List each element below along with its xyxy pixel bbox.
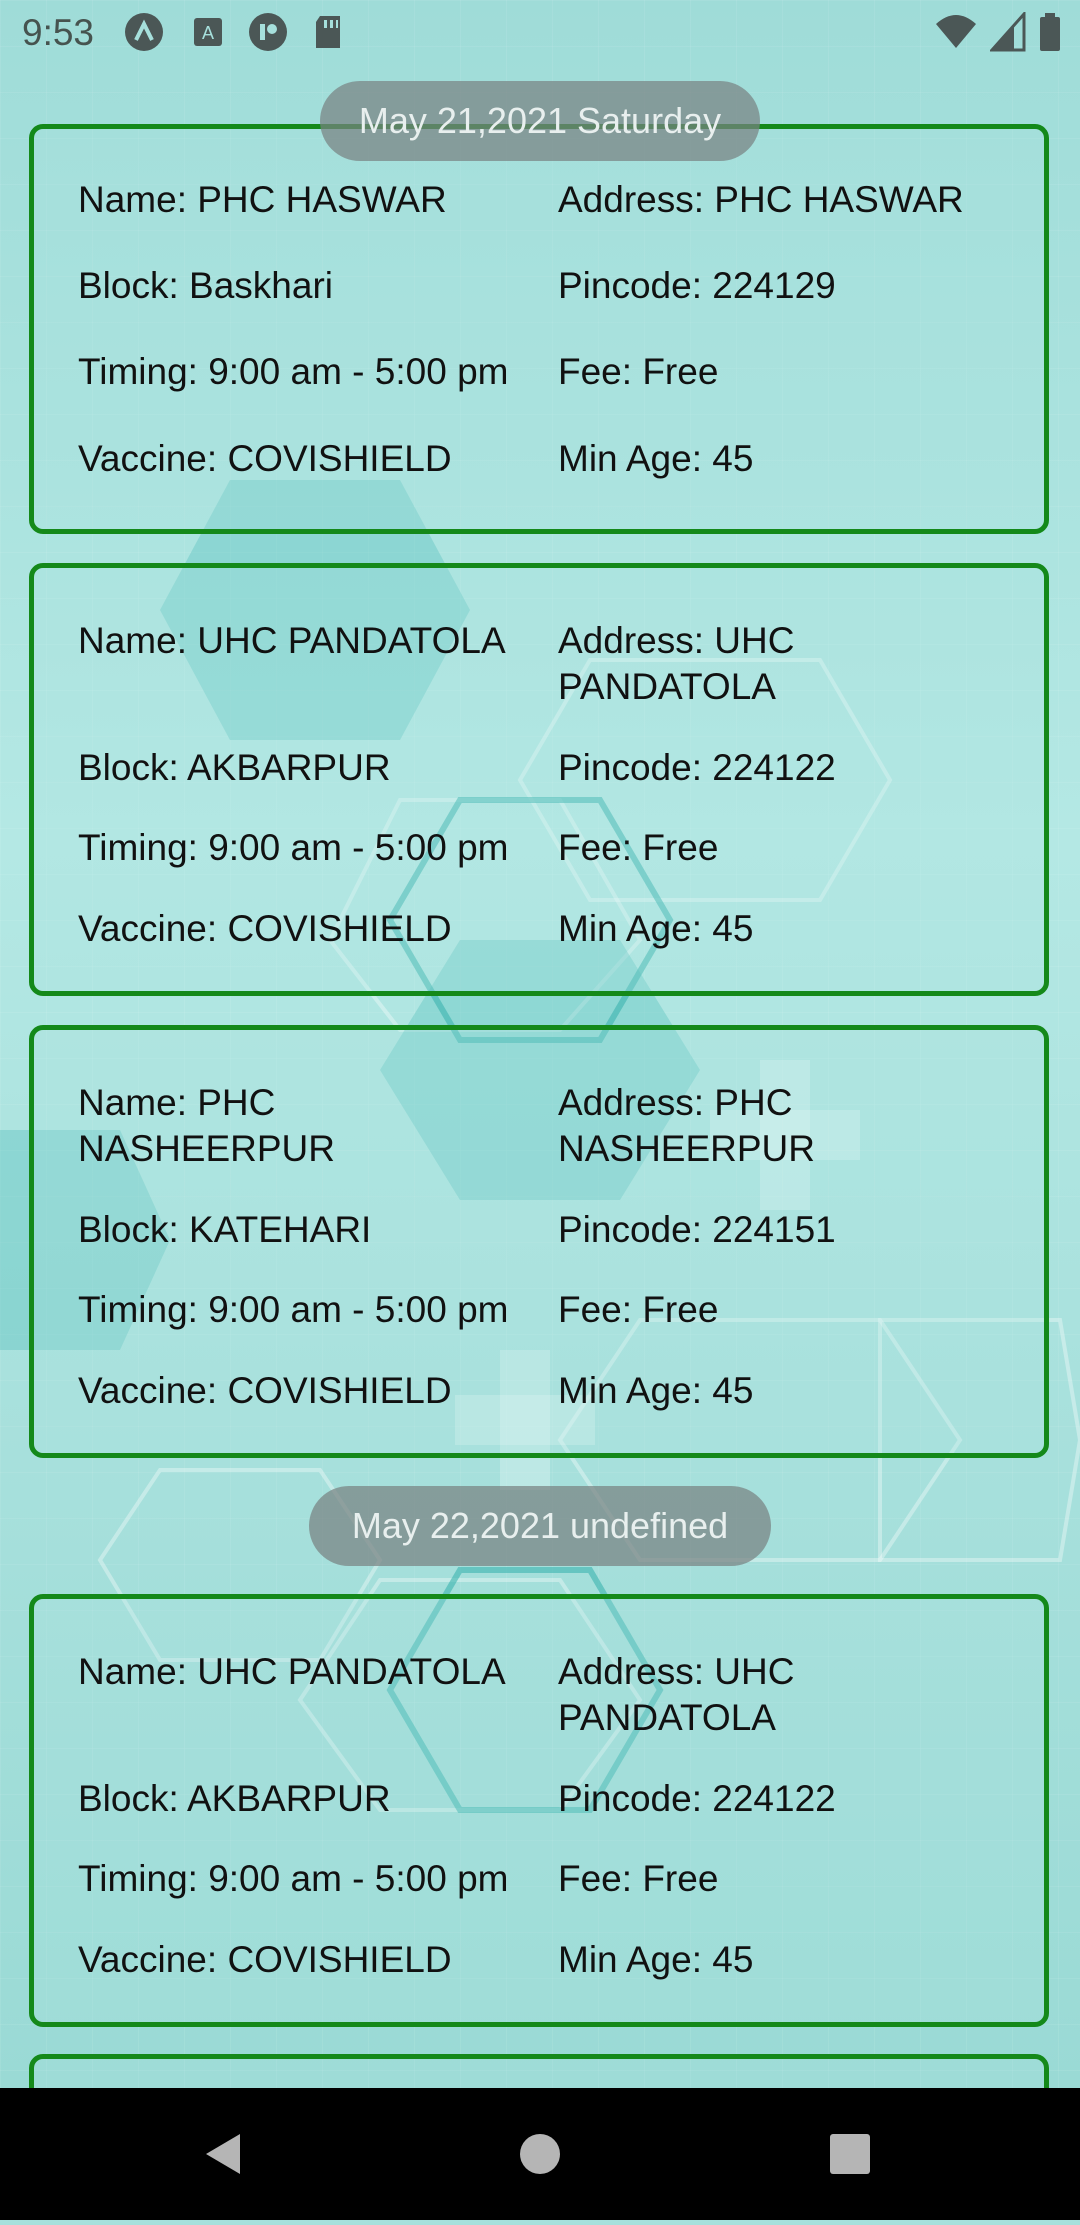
center-min-age: Min Age: 45 <box>558 438 754 479</box>
center-card[interactable]: Name: PHC HASWAR Address: PHC HASWAR Blo… <box>29 124 1049 534</box>
center-name: Name: UHC PANDATOLA <box>78 1651 506 1692</box>
app-keyboard-icon: A <box>194 18 222 46</box>
center-fee: Fee: Free <box>558 351 719 392</box>
center-card[interactable]: Name: PHC NASHEERPUR Address: PHC NASHEE… <box>29 1025 1049 1458</box>
center-address: Address: UHC PANDATOLA <box>558 1651 795 1738</box>
center-address: Address: UHC PANDATOLA <box>558 620 795 707</box>
navigation-bar <box>0 2088 1080 2220</box>
center-timing: Timing: 9:00 am - 5:00 pm <box>78 351 509 392</box>
center-pincode: Pincode: 224122 <box>558 747 836 788</box>
center-min-age: Min Age: 45 <box>558 908 754 949</box>
center-timing: Timing: 9:00 am - 5:00 pm <box>78 827 509 868</box>
center-timing: Timing: 9:00 am - 5:00 pm <box>78 1289 509 1330</box>
center-fee: Fee: Free <box>558 827 719 868</box>
center-min-age: Min Age: 45 <box>558 1939 754 1980</box>
center-pincode: Pincode: 224151 <box>558 1209 836 1250</box>
app-a-icon <box>125 13 163 51</box>
battery-icon <box>1040 13 1060 51</box>
center-vaccine: Vaccine: COVISHIELD <box>78 1939 452 1980</box>
center-block: Block: AKBARPUR <box>78 1778 391 1819</box>
svg-text:A: A <box>202 23 214 43</box>
center-fee: Fee: Free <box>558 1858 719 1899</box>
center-block: Block: AKBARPUR <box>78 747 391 788</box>
home-icon <box>520 2134 560 2174</box>
center-block: Block: KATEHARI <box>78 1209 372 1250</box>
center-min-age: Min Age: 45 <box>558 1370 754 1411</box>
app-p-icon <box>249 13 287 51</box>
center-card[interactable]: Name: UHC PANDATOLA Address: UHC PANDATO… <box>29 563 1049 996</box>
center-address: Address: PHC NASHEERPUR <box>558 1082 815 1169</box>
cell-signal-icon <box>990 12 1026 52</box>
wifi-icon <box>936 15 976 48</box>
date-chip: May 22,2021 undefined <box>309 1486 771 1566</box>
center-vaccine: Vaccine: COVISHIELD <box>78 438 452 479</box>
center-name: Name: PHC HASWAR <box>78 179 447 220</box>
recents-button[interactable] <box>770 2088 930 2220</box>
status-time: 9:53 <box>22 12 95 53</box>
center-name: Name: PHC NASHEERPUR <box>78 1082 335 1169</box>
date-chip: May 21,2021 Saturday <box>320 81 760 161</box>
center-fee: Fee: Free <box>558 1289 719 1330</box>
center-name: Name: UHC PANDATOLA <box>78 620 506 661</box>
center-timing: Timing: 9:00 am - 5:00 pm <box>78 1858 509 1899</box>
center-block: Block: Baskhari <box>78 265 333 306</box>
center-vaccine: Vaccine: COVISHIELD <box>78 908 452 949</box>
center-pincode: Pincode: 224122 <box>558 1778 836 1819</box>
recents-icon <box>830 2134 870 2174</box>
sd-card-icon <box>316 16 340 48</box>
center-pincode: Pincode: 224129 <box>558 265 836 306</box>
status-bar: 9:53 A <box>0 0 1080 66</box>
back-icon <box>206 2134 240 2174</box>
center-vaccine: Vaccine: COVISHIELD <box>78 1370 452 1411</box>
home-button[interactable] <box>460 2088 620 2220</box>
back-button[interactable] <box>148 2088 308 2220</box>
center-card[interactable]: Name: UHC PANDATOLA Address: UHC PANDATO… <box>29 1594 1049 2027</box>
center-address: Address: PHC HASWAR <box>558 179 964 220</box>
